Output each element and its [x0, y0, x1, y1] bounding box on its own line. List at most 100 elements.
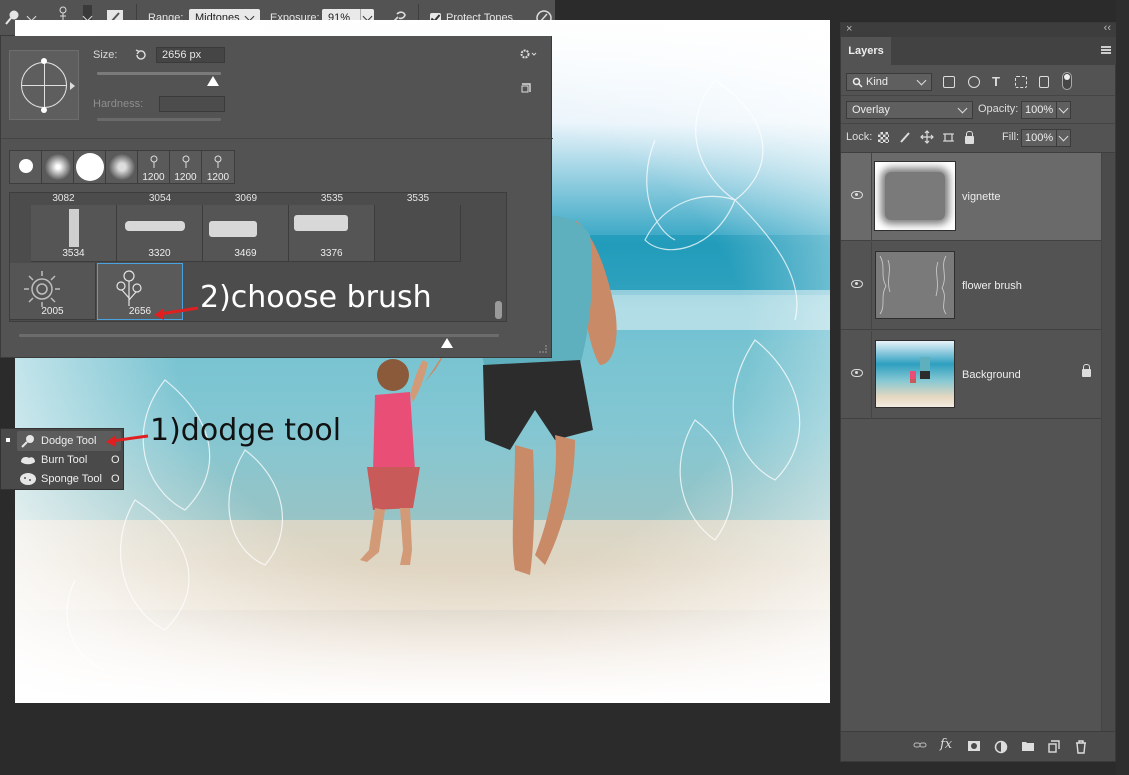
- fx-icon[interactable]: fx: [940, 737, 952, 752]
- brush-preview-stroke: [69, 209, 79, 247]
- opacity-value: 100%: [1025, 104, 1054, 116]
- layer-row[interactable]: flower brush: [841, 242, 1101, 330]
- hardness-input[interactable]: [159, 96, 225, 112]
- eye-visibility-icon[interactable]: [851, 369, 863, 377]
- grid-header-number: 3535: [320, 193, 344, 204]
- new-preset-icon[interactable]: [520, 82, 532, 94]
- lock-transparent-pixels-icon[interactable]: [878, 132, 889, 143]
- hardness-slider-track[interactable]: [97, 118, 221, 121]
- layer-row[interactable]: Background: [841, 331, 1101, 419]
- layer-row[interactable]: vignette: [841, 153, 1101, 241]
- eye-visibility-icon[interactable]: [851, 280, 863, 288]
- pixel-filter-icon[interactable]: [943, 76, 955, 88]
- brush-preset-tile[interactable]: 2005: [10, 263, 96, 320]
- brush-preview-stroke: [209, 221, 257, 237]
- lock-image-pixels-icon[interactable]: [899, 131, 911, 144]
- divider: [841, 123, 1115, 124]
- flower-pattern-icon: [879, 255, 947, 315]
- eye-visibility-icon[interactable]: [851, 191, 863, 199]
- flower-brush-icon: [182, 155, 190, 168]
- shortcut-key: O: [111, 473, 120, 485]
- close-icon[interactable]: ×: [846, 23, 852, 35]
- flower-brush-icon: [150, 155, 158, 168]
- collapse-icon[interactable]: ‹‹: [1104, 22, 1111, 34]
- resize-grip-icon[interactable]: [539, 345, 547, 353]
- flower-brush-icon: [116, 270, 142, 306]
- layer-thumbnail: [875, 251, 955, 319]
- filter-kind-label: Kind: [866, 76, 889, 88]
- brush-preset-tile[interactable]: 3469: [203, 205, 289, 262]
- hardness-label: Hardness:: [93, 98, 144, 110]
- blend-mode-select[interactable]: Overlay: [846, 101, 973, 119]
- brush-angle-line-vertical: [44, 62, 45, 108]
- lock-label: Lock:: [846, 131, 873, 143]
- brush-preset-tile[interactable]: 3320: [117, 205, 203, 262]
- blend-mode-value: Overlay: [852, 104, 890, 116]
- new-layer-icon[interactable]: [1048, 740, 1060, 753]
- shape-filter-icon[interactable]: [1015, 76, 1027, 88]
- type-filter-icon[interactable]: T: [992, 74, 1000, 89]
- divider: [841, 95, 1115, 96]
- recent-brush-preset[interactable]: [74, 151, 106, 183]
- chevron-down-icon: [1058, 103, 1069, 113]
- recent-brush-preset[interactable]: [42, 151, 74, 183]
- brush-preset-tile[interactable]: 3376: [289, 205, 375, 262]
- folder-icon[interactable]: [1021, 740, 1035, 752]
- lock-position-icon[interactable]: [920, 130, 934, 144]
- shortcut-key: O: [111, 454, 120, 466]
- preview-size-slider-thumb[interactable]: [441, 338, 453, 348]
- layers-scrollbar[interactable]: [1101, 153, 1115, 753]
- reset-size-icon[interactable]: [134, 48, 148, 62]
- grid-header-number: 3069: [234, 193, 258, 204]
- sponge-tool-icon: [20, 473, 36, 485]
- brush-preview-stroke: [125, 221, 185, 231]
- panel-header: × ‹‹: [841, 22, 1117, 37]
- link-layers-icon[interactable]: [913, 740, 927, 750]
- fill-input[interactable]: 100%: [1021, 129, 1071, 147]
- gear-icon[interactable]: [519, 48, 537, 60]
- roundness-handle[interactable]: [41, 107, 47, 113]
- lock-all-icon[interactable]: [965, 131, 974, 144]
- recent-brush-preset[interactable]: 1200: [138, 151, 170, 183]
- grid-header-number: 3535: [406, 193, 430, 204]
- recent-brush-preset[interactable]: 1200: [170, 151, 202, 183]
- divider: [871, 242, 872, 330]
- preset-size: 1200: [206, 172, 230, 183]
- size-slider-track[interactable]: [97, 72, 221, 75]
- brush-angle-roundness-preview[interactable]: [9, 50, 79, 120]
- opacity-input[interactable]: 100%: [1021, 101, 1071, 119]
- add-mask-icon[interactable]: [967, 740, 981, 752]
- annotation-dodge-tool: 1)dodge tool: [150, 413, 342, 448]
- menu-item-label: Burn Tool: [41, 454, 88, 466]
- adjustment-filter-icon[interactable]: [968, 76, 980, 88]
- right-edge-strip: [1116, 0, 1129, 775]
- size-slider-thumb[interactable]: [207, 76, 219, 86]
- menu-item-burn-tool[interactable]: Burn Tool O: [19, 451, 120, 469]
- grid-scrollbar-thumb[interactable]: [495, 301, 502, 319]
- brush-preset-tile[interactable]: 3534: [31, 205, 117, 262]
- menu-item-sponge-tool[interactable]: Sponge Tool O: [19, 470, 120, 488]
- smart-object-filter-icon[interactable]: [1039, 76, 1049, 88]
- dodge-tool-icon: [21, 435, 34, 448]
- panel-menu-icon[interactable]: [1101, 46, 1111, 48]
- trash-icon[interactable]: [1075, 740, 1087, 754]
- layer-thumbnail: [874, 161, 956, 231]
- beach-thumbnail: [910, 357, 930, 383]
- layer-filter-select[interactable]: Kind: [846, 73, 932, 91]
- recent-brush-preset[interactable]: 1200: [202, 151, 234, 183]
- size-input[interactable]: 2656 px: [156, 47, 225, 63]
- brush-size-label: 3469: [234, 248, 257, 259]
- preview-size-slider-track[interactable]: [19, 334, 499, 337]
- menu-item-dodge-tool[interactable]: Dodge Tool: [19, 432, 96, 450]
- recent-brush-preset[interactable]: [10, 151, 42, 183]
- red-arrow-icon: [106, 434, 149, 447]
- lock-artboard-icon[interactable]: [942, 131, 955, 144]
- burn-tool-icon: [21, 457, 35, 465]
- layer-name: Background: [962, 369, 1021, 381]
- adjustment-layer-icon[interactable]: [994, 740, 1008, 754]
- filter-toggle[interactable]: [1062, 72, 1072, 90]
- recent-brush-preset[interactable]: [106, 151, 138, 183]
- fill-value: 100%: [1025, 132, 1054, 144]
- roundness-handle[interactable]: [41, 58, 47, 64]
- tab-layers[interactable]: Layers: [841, 37, 891, 65]
